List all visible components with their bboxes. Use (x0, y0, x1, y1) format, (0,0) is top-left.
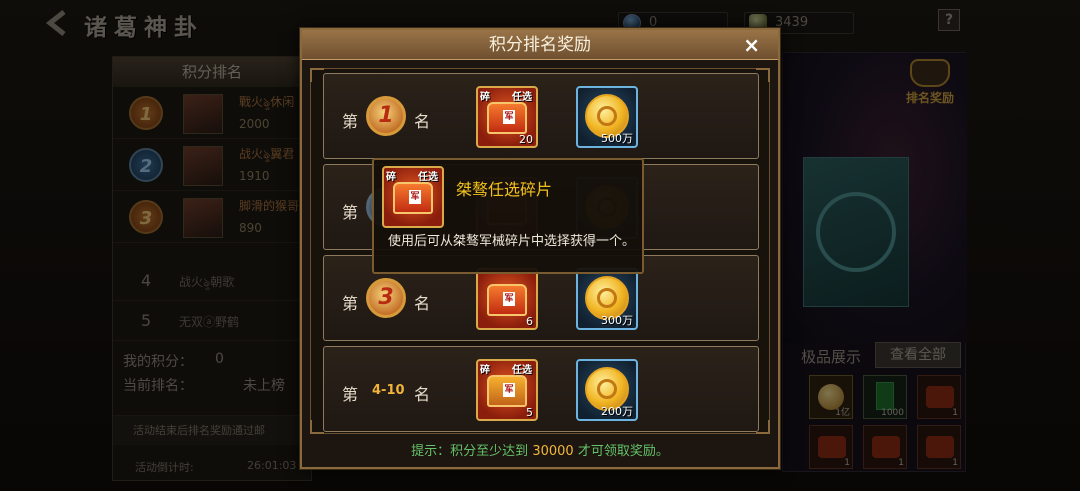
item-count: 6 (526, 315, 533, 328)
chest-tag: 军 (409, 190, 421, 204)
item-label: 碎 (386, 172, 396, 183)
fragment-chest-icon: 军 碎 任选 (382, 166, 444, 228)
fragment-chest-item[interactable]: 军 碎 任选 5 (476, 359, 538, 421)
rank-suffix: 名 (414, 294, 431, 313)
coin-item[interactable]: 200万 (576, 359, 638, 421)
rank-prefix: 第 (342, 385, 359, 404)
rank-suffix: 名 (414, 112, 431, 131)
game-screen: 诸葛神卦 0 3439 ? 积分排名 1 戰火ৡ休闲 2000 2 战火ৡ翼君 … (0, 0, 1080, 491)
chest-icon: 军 (487, 102, 527, 134)
tooltip-title: 桀骜任选碎片 (456, 180, 553, 199)
rank-prefix: 第 (342, 203, 359, 222)
hint-suffix: 才可领取奖励。 (577, 444, 669, 459)
coin-item[interactable]: 300万 (576, 268, 638, 330)
chest-icon: 军 (487, 284, 527, 316)
item-tooltip: 军 碎 任选 桀骜任选碎片 使用后可从桀骜军械碎片中选择获得一个。 (372, 158, 644, 274)
fragment-chest-item[interactable]: 军 碎 任选 20 (476, 86, 538, 148)
chest-icon: 军 (393, 182, 433, 214)
rank-range: 4-10 (372, 383, 405, 398)
item-label: 任选 (418, 172, 438, 183)
item-label: 碎 (480, 92, 490, 103)
tooltip-description: 使用后可从桀骜军械碎片中选择获得一个。 (388, 234, 636, 249)
item-count: 200万 (601, 405, 633, 418)
rank-medal-icon: 3 (366, 278, 406, 318)
chest-icon: 军 (487, 375, 527, 407)
rank-medal-icon: 1 (366, 96, 406, 136)
reward-row: 第 4-10 名 军 碎 任选 5 200万 (323, 346, 759, 432)
requirement-hint: 提示：积分至少达到 30000 才可领取奖励。 (302, 440, 778, 459)
rank-prefix: 第 (342, 112, 359, 131)
frame-corner (310, 68, 324, 82)
hint-prefix: 提示：积分至少达到 (411, 444, 529, 459)
modal-title: 积分排名奖励 (489, 35, 591, 55)
modal-header: 积分排名奖励 × (302, 30, 778, 60)
rank-suffix: 名 (414, 385, 431, 404)
rank-prefix: 第 (342, 294, 359, 313)
item-label: 碎 (480, 365, 490, 376)
chest-tag: 军 (503, 110, 515, 124)
item-count: 20 (519, 133, 533, 146)
item-count: 300万 (601, 314, 633, 327)
frame-corner (310, 420, 324, 434)
item-count: 500万 (601, 132, 633, 145)
hint-value: 30000 (532, 444, 574, 459)
item-label: 任选 (512, 92, 532, 103)
chest-tag: 军 (503, 292, 515, 306)
fragment-chest-item[interactable]: 军 6 (476, 268, 538, 330)
item-count: 5 (526, 406, 533, 419)
reward-row: 第 1 名 军 碎 任选 20 500万 (323, 73, 759, 159)
coin-item[interactable]: 500万 (576, 86, 638, 148)
chest-tag: 军 (503, 383, 515, 397)
item-label: 任选 (512, 365, 532, 376)
close-button[interactable]: × (743, 33, 760, 57)
